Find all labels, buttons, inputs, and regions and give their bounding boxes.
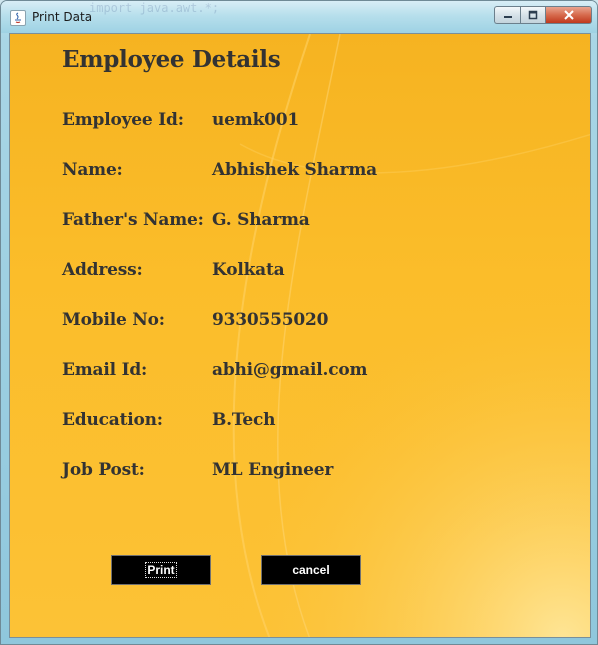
print-button-label: Print [145,562,177,578]
address-label: Address: [62,260,143,280]
background-code-ghost-text: import java.awt.*; [89,1,220,15]
name-label: Name: [62,160,123,180]
cancel-button-label: cancel [292,563,330,577]
employee-details-panel: Employee Details Employee Id: uemk001 Na… [9,33,591,638]
employee-id-value: uemk001 [212,110,300,130]
print-button[interactable]: Print [111,555,211,585]
fathers-name-label: Father's Name: [62,210,204,230]
maximize-icon [528,10,538,20]
fathers-name-value: G. Sharma [212,210,310,230]
mobile-no-value: 9330555020 [212,310,329,330]
window-title: Print Data [32,10,93,24]
title-bar[interactable]: import java.awt.*; Print Data [1,1,597,33]
close-icon [563,10,574,20]
maximize-button[interactable] [520,6,546,24]
close-button[interactable] [546,6,592,24]
mobile-no-label: Mobile No: [62,310,165,330]
minimize-button[interactable] [494,6,520,24]
name-value: Abhishek Sharma [212,160,377,180]
education-label: Education: [62,410,163,430]
java-app-icon[interactable] [10,10,26,26]
page-heading: Employee Details [62,46,281,73]
address-value: Kolkata [212,260,285,280]
minimize-icon [503,16,512,18]
job-post-label: Job Post: [62,460,145,480]
employee-id-label: Employee Id: [62,110,184,130]
education-value: B.Tech [212,410,276,430]
cancel-button[interactable]: cancel [261,555,361,585]
print-data-window: import java.awt.*; Print Data Employee D… [0,0,598,645]
email-id-value: abhi@gmail.com [212,360,368,380]
email-id-label: Email Id: [62,360,148,380]
job-post-value: ML Engineer [212,460,334,480]
window-controls [494,6,592,24]
